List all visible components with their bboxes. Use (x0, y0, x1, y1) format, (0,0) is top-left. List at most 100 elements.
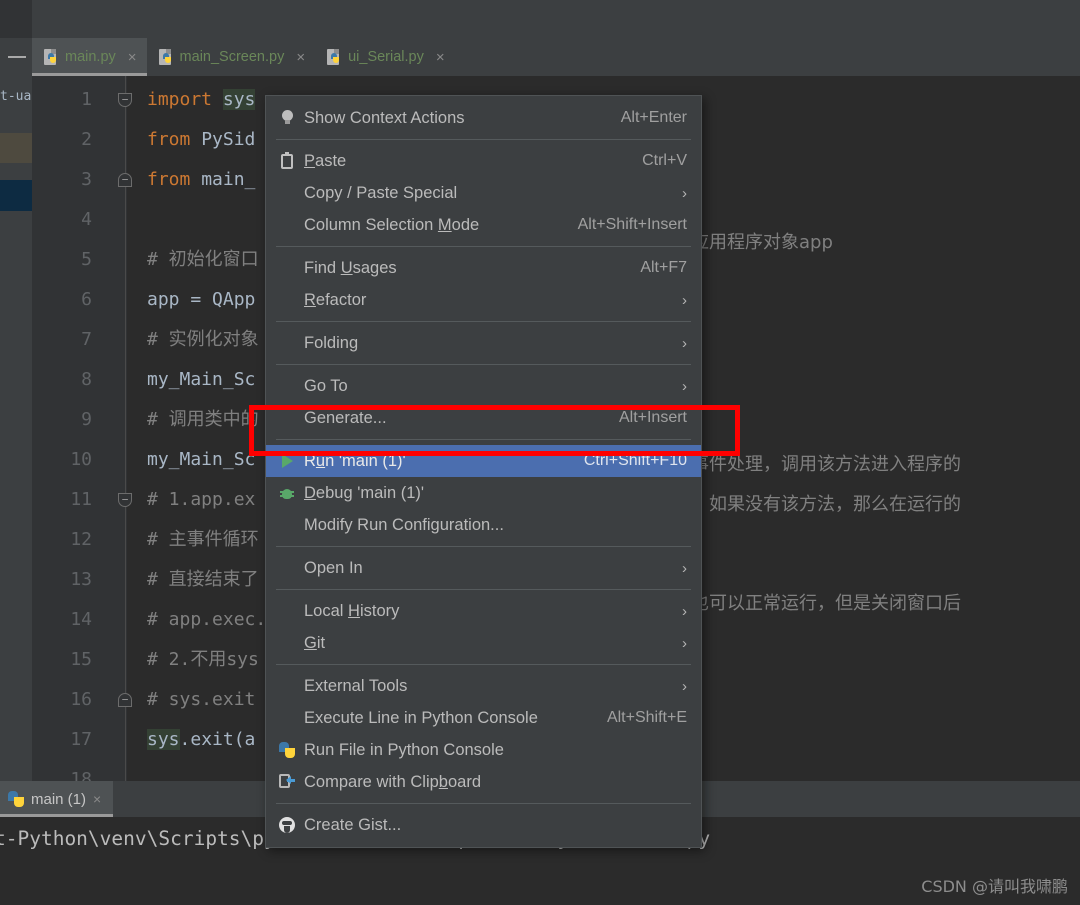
close-icon[interactable]: × (296, 50, 305, 65)
chevron-right-icon: › (672, 185, 687, 202)
menu-item-label: Go To (304, 377, 672, 396)
menu-item-label: Run File in Python Console (304, 741, 687, 760)
code-text: from main_ (137, 160, 255, 200)
code-token: app = QApp (147, 289, 255, 310)
fold-marker-icon[interactable]: − (118, 693, 132, 707)
clipboard-icon (281, 154, 293, 169)
menu-item-modify-run-configuration[interactable]: Modify Run Configuration... (266, 509, 701, 541)
chevron-right-icon: › (672, 560, 687, 577)
line-number: 11 (32, 480, 92, 520)
line-number: 16 (32, 680, 92, 720)
menu-item-label: Debug 'main (1)' (304, 484, 687, 503)
chevron-right-icon: › (672, 292, 687, 309)
line-number: 8 (32, 360, 92, 400)
menu-item-icon (276, 483, 298, 503)
menu-item-compare-with-clipboard[interactable]: Compare with Clipboard (266, 766, 701, 798)
chevron-right-icon: › (672, 678, 687, 695)
menu-separator (276, 439, 691, 440)
python-file-icon (159, 49, 174, 66)
menu-item-local-history[interactable]: Local History› (266, 595, 701, 627)
menu-item-icon (276, 258, 298, 278)
python-icon (279, 742, 295, 758)
menu-item-run-main[interactable]: Run 'main (1)'Ctrl+Shift+F10 (266, 445, 701, 477)
menu-item-run-file-in-python-console[interactable]: Run File in Python Console (266, 734, 701, 766)
code-token: # sys.exit (147, 689, 255, 710)
python-file-icon (327, 49, 342, 66)
run-tab-main[interactable]: main (1) × (0, 781, 113, 817)
line-number: 15 (32, 640, 92, 680)
menu-separator (276, 803, 691, 804)
line-number: 13 (32, 560, 92, 600)
menu-item-icon (276, 215, 298, 235)
code-text: # 主事件循环 (137, 520, 259, 560)
code-text: # 1.app.ex (137, 480, 255, 520)
menu-item-generate[interactable]: Generate...Alt+Insert (266, 402, 701, 434)
menu-item-label: Refactor (304, 291, 672, 310)
menu-item-label: External Tools (304, 677, 672, 696)
close-icon[interactable]: × (128, 50, 137, 65)
code-token: sys (147, 729, 180, 750)
menu-separator (276, 589, 691, 590)
menu-item-paste[interactable]: PasteCtrl+V (266, 145, 701, 177)
line-number: 4 (32, 200, 92, 240)
menu-item-show-context-actions[interactable]: Show Context ActionsAlt+Enter (266, 102, 701, 134)
menu-item-icon (276, 772, 298, 792)
editor-tab-main-py[interactable]: main.py× (32, 38, 147, 76)
menu-item-go-to[interactable]: Go To› (266, 370, 701, 402)
editor-tab-main_Screen-py[interactable]: main_Screen.py× (147, 38, 316, 76)
run-tab-label: main (1) (31, 791, 86, 808)
menu-item-create-gist[interactable]: Create Gist... (266, 809, 701, 841)
code-token: my_Main_Sc (147, 449, 255, 470)
line-number: 1 (32, 80, 92, 120)
code-token: import (147, 89, 223, 110)
code-token: # 调用类中的 (147, 409, 259, 430)
menu-item-label: Copy / Paste Special (304, 184, 672, 203)
menu-item-icon (276, 558, 298, 578)
editor-context-menu[interactable]: Show Context ActionsAlt+Enter PasteCtrl+V… (265, 95, 702, 848)
menu-item-copy-paste-special[interactable]: Copy / Paste Special› (266, 177, 701, 209)
fold-marker-icon[interactable]: − (118, 173, 132, 187)
menu-item-external-tools[interactable]: External Tools› (266, 670, 701, 702)
menu-item-column-selection-mode[interactable]: Column Selection ModeAlt+Shift+Insert (266, 209, 701, 241)
code-token: .exit(a (180, 729, 256, 750)
code-token: from (147, 129, 201, 150)
chevron-right-icon: › (672, 603, 687, 620)
code-text: # 实例化对象 (137, 320, 259, 360)
menu-item-find-usages[interactable]: Find UsagesAlt+F7 (266, 252, 701, 284)
chevron-right-icon: › (672, 635, 687, 652)
code-token: # 初始化窗口 (147, 249, 259, 270)
fold-marker-icon[interactable]: − (118, 93, 132, 107)
menu-item-icon (276, 815, 298, 835)
menu-item-execute-line-in-python-console[interactable]: Execute Line in Python ConsoleAlt+Shift+… (266, 702, 701, 734)
menu-item-refactor[interactable]: Refactor› (266, 284, 701, 316)
code-text: # 直接结束了 (137, 560, 259, 600)
menu-item-label: Find Usages (304, 259, 640, 278)
code-token: # 直接结束了 (147, 569, 259, 590)
menu-item-icon (276, 183, 298, 203)
menu-item-icon (276, 290, 298, 310)
code-token: main_ (201, 169, 255, 190)
minimize-icon[interactable] (8, 55, 26, 59)
code-token: my_Main_Sc (147, 369, 255, 390)
menu-item-shortcut: Ctrl+V (642, 152, 687, 170)
menu-item-label: Create Gist... (304, 816, 687, 835)
top-strip-dark-corner (0, 0, 32, 38)
menu-item-label: Column Selection Mode (304, 216, 578, 235)
menu-item-icon (276, 708, 298, 728)
close-icon[interactable]: × (93, 791, 101, 807)
menu-item-icon (276, 633, 298, 653)
editor-tab-ui_Serial-py[interactable]: ui_Serial.py× (315, 38, 455, 76)
close-icon[interactable]: × (436, 50, 445, 65)
menu-item-label: Compare with Clipboard (304, 773, 687, 792)
menu-item-folding[interactable]: Folding› (266, 327, 701, 359)
run-play-icon (282, 454, 293, 468)
fold-marker-icon[interactable]: − (118, 493, 132, 507)
menu-item-icon (276, 601, 298, 621)
menu-item-shortcut: Alt+F7 (640, 259, 687, 277)
compare-clipboard-icon (279, 774, 295, 790)
python-file-icon (44, 49, 59, 66)
chevron-right-icon: › (672, 378, 687, 395)
menu-item-open-in[interactable]: Open In› (266, 552, 701, 584)
menu-item-git[interactable]: Git› (266, 627, 701, 659)
menu-item-debug-main[interactable]: Debug 'main (1)' (266, 477, 701, 509)
